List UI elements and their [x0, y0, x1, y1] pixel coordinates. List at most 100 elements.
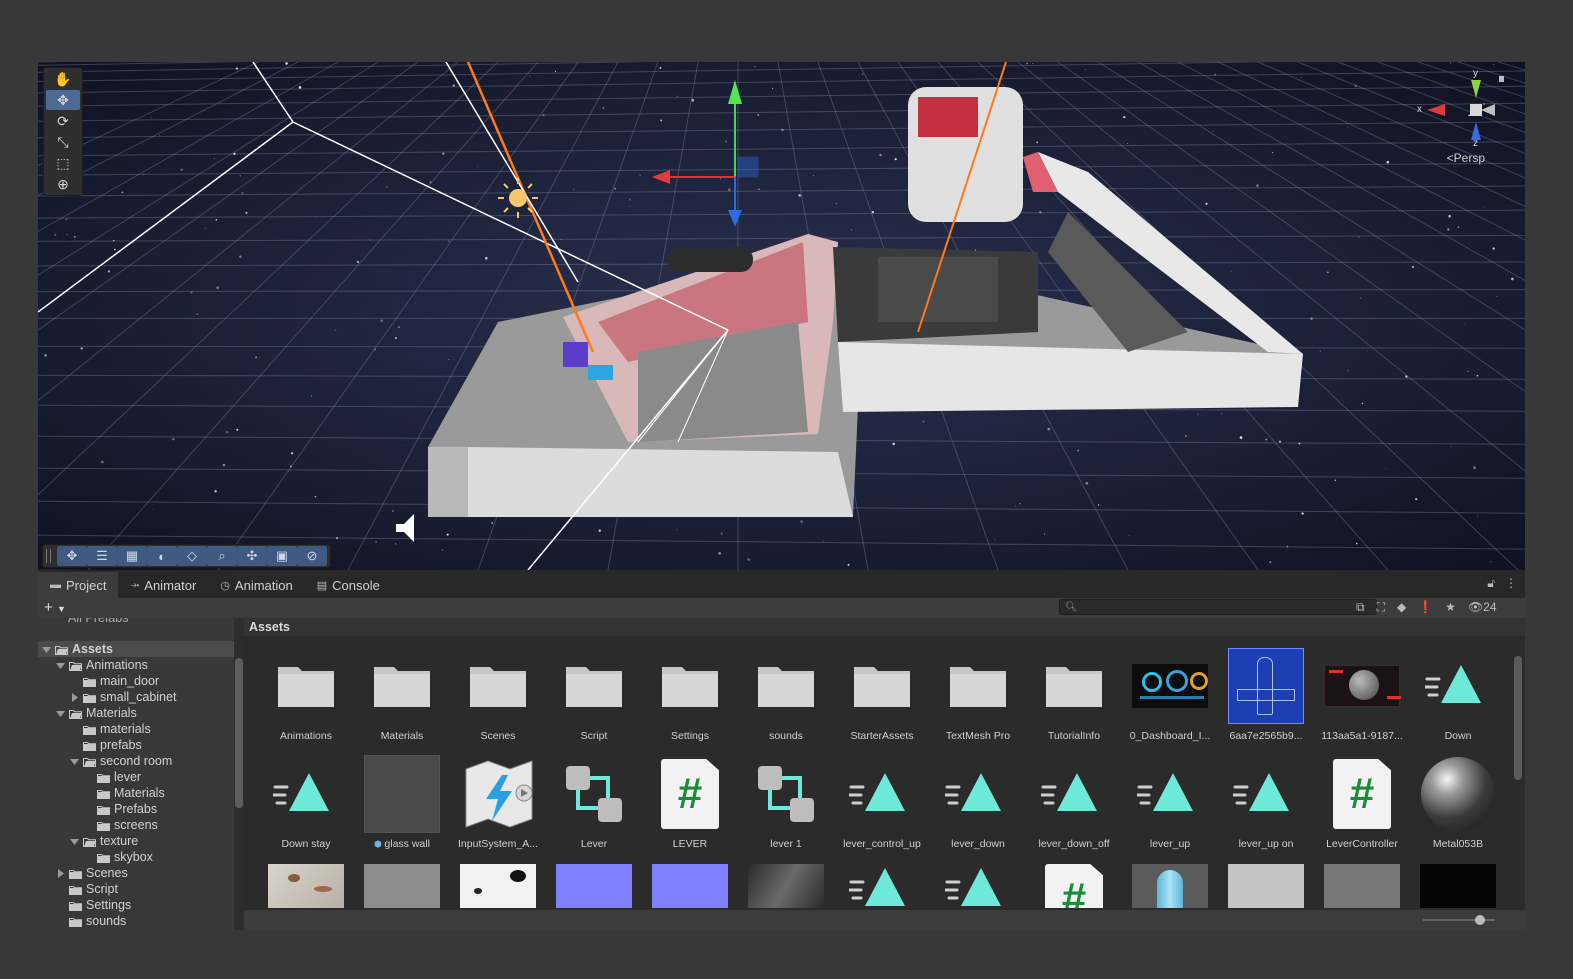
asset-item[interactable]: [830, 864, 926, 910]
scrollbar-thumb[interactable]: [1514, 656, 1522, 780]
asset-item[interactable]: TextMesh Pro: [926, 648, 1022, 755]
expanded-arrow-icon[interactable]: [70, 837, 79, 846]
perspective-label[interactable]: <Persp: [1447, 151, 1485, 165]
tree-item[interactable]: Assets: [38, 641, 234, 657]
asset-item[interactable]: Materials: [350, 648, 446, 755]
scale-tool-icon[interactable]: ⤡: [46, 132, 80, 152]
asset-item[interactable]: 0_Dashboard_I...: [1118, 648, 1214, 755]
asset-item[interactable]: TutorialInfo: [1022, 648, 1118, 755]
asset-item[interactable]: [1310, 864, 1406, 910]
shading-icon[interactable]: ◐: [147, 546, 177, 566]
asset-item[interactable]: [734, 864, 830, 910]
asset-item[interactable]: 6aa7e2565b9...: [1214, 648, 1310, 755]
label-icon[interactable]: ◆: [1397, 600, 1406, 615]
asset-item[interactable]: [1118, 864, 1214, 910]
transform-tool-icon[interactable]: ⊕: [46, 174, 80, 194]
scene-viewport[interactable]: [38, 62, 1525, 570]
tree-item[interactable]: Scenes: [38, 865, 234, 881]
asset-item[interactable]: [1406, 864, 1502, 910]
tree-item[interactable]: Materials: [38, 705, 234, 721]
settings-icon[interactable]: ☰: [87, 546, 117, 566]
tree-item[interactable]: second room: [38, 753, 234, 769]
tree-item[interactable]: Prefabs: [38, 801, 234, 817]
directional-light-icon[interactable]: [498, 178, 538, 218]
more-options-icon[interactable]: ⋮: [1505, 576, 1517, 591]
scrollbar-thumb[interactable]: [235, 658, 243, 808]
tree-scrollbar[interactable]: [234, 618, 244, 930]
asset-item[interactable]: lever_down_off: [1022, 756, 1118, 863]
tree-item[interactable]: Animations: [38, 657, 234, 673]
tree-item[interactable]: skybox: [38, 849, 234, 865]
camera-icon[interactable]: ▣: [267, 546, 297, 566]
compass-icon[interactable]: ⊘: [297, 546, 327, 566]
scene-view[interactable]: ✋ ✥ ⟳ ⤡ ⬚ ⊕ ✥ ☰ ▦ ◐ ◇ ⌕ ✣ ▣ ⊘ y x z <Per…: [38, 62, 1525, 570]
slider-knob[interactable]: [1475, 915, 1485, 925]
asset-item[interactable]: 113aa5a1-9187...: [1310, 648, 1406, 755]
asset-item[interactable]: lever_control_up: [830, 756, 926, 863]
asset-item[interactable]: [926, 864, 1022, 910]
asset-item[interactable]: Script: [542, 648, 638, 755]
tree-item[interactable]: texture: [38, 833, 234, 849]
pivot-icon[interactable]: ✣: [237, 546, 267, 566]
asset-item[interactable]: sounds: [734, 648, 830, 755]
asset-item[interactable]: [446, 864, 542, 910]
asset-item[interactable]: [350, 864, 446, 910]
tree-item[interactable]: Settings: [38, 897, 234, 913]
asset-item[interactable]: StarterAssets: [830, 648, 926, 755]
tab-console[interactable]: ▤ Console: [305, 572, 392, 598]
move-icon[interactable]: ✥: [57, 546, 87, 566]
asset-item[interactable]: Metal053B: [1406, 756, 1502, 863]
search-input[interactable]: 🔍︎: [1059, 599, 1377, 615]
search-by-type-icon[interactable]: ⧉: [1356, 600, 1365, 615]
asset-item[interactable]: lever 1: [734, 756, 830, 863]
asset-item[interactable]: Down: [1406, 648, 1502, 755]
asset-item[interactable]: ⬢ glass wall: [350, 755, 446, 863]
filter-icon[interactable]: ⛶: [1377, 600, 1385, 615]
asset-item[interactable]: #: [1022, 864, 1118, 910]
rotate-tool-icon[interactable]: ⟳: [46, 111, 80, 131]
tree-item[interactable]: screens: [38, 817, 234, 833]
hidden-packages-toggle[interactable]: 👁︎24: [1468, 600, 1497, 615]
tab-animator[interactable]: ⤞ Animator: [118, 572, 208, 598]
collapsed-arrow-icon[interactable]: [56, 868, 65, 878]
collapsed-arrow-icon[interactable]: [70, 692, 79, 702]
tree-item[interactable]: prefabs: [38, 737, 234, 753]
tree-item[interactable]: Script: [38, 881, 234, 897]
tab-project[interactable]: ▬ Project: [38, 572, 119, 598]
tree-partial-item[interactable]: All Prefabs: [68, 618, 128, 626]
search-icon[interactable]: ⌕: [207, 546, 237, 566]
tree-item[interactable]: main_door: [38, 673, 234, 689]
move-tool-icon[interactable]: ✥: [46, 90, 80, 110]
create-button[interactable]: + ▼: [44, 599, 66, 616]
asset-item[interactable]: [1214, 864, 1310, 910]
hand-tool-icon[interactable]: ✋: [46, 69, 80, 89]
asset-item[interactable]: lever_down: [926, 756, 1022, 863]
asset-item[interactable]: Settings: [638, 648, 734, 755]
asset-item[interactable]: Scenes: [446, 648, 542, 755]
asset-item[interactable]: InputSystem_A...: [446, 756, 542, 863]
tree-item[interactable]: Materials: [38, 785, 234, 801]
tree-item[interactable]: lever: [38, 769, 234, 785]
asset-grid[interactable]: Animations Materials Scenes Script Settings s…: [244, 636, 1511, 910]
expanded-arrow-icon[interactable]: [42, 645, 51, 654]
tree-item[interactable]: small_cabinet: [38, 689, 234, 705]
expanded-arrow-icon[interactable]: [56, 709, 65, 718]
asset-item[interactable]: Animations: [254, 648, 350, 755]
asset-item[interactable]: [542, 864, 638, 910]
warning-icon[interactable]: ❗: [1418, 600, 1433, 615]
asset-item[interactable]: [638, 864, 734, 910]
tab-animation[interactable]: ◷ Animation: [208, 572, 304, 598]
asset-item[interactable]: lever_up on: [1214, 756, 1310, 863]
asset-item[interactable]: Lever: [542, 756, 638, 863]
thumbnail-size-slider[interactable]: [1423, 915, 1495, 925]
asset-item[interactable]: # LEVER: [638, 756, 734, 863]
grid-scrollbar[interactable]: [1511, 636, 1525, 910]
grid-icon[interactable]: ▦: [117, 546, 147, 566]
asset-item[interactable]: [254, 864, 350, 910]
folder-tree[interactable]: All Prefabs Assets Animations main_door smal…: [38, 618, 234, 930]
expanded-arrow-icon[interactable]: [56, 661, 65, 670]
asset-item[interactable]: Down stay: [254, 756, 350, 863]
lock-icon[interactable]: 🔓︎: [1487, 576, 1495, 591]
asset-item[interactable]: lever_up: [1118, 756, 1214, 863]
rect-tool-icon[interactable]: ⬚: [46, 153, 80, 173]
